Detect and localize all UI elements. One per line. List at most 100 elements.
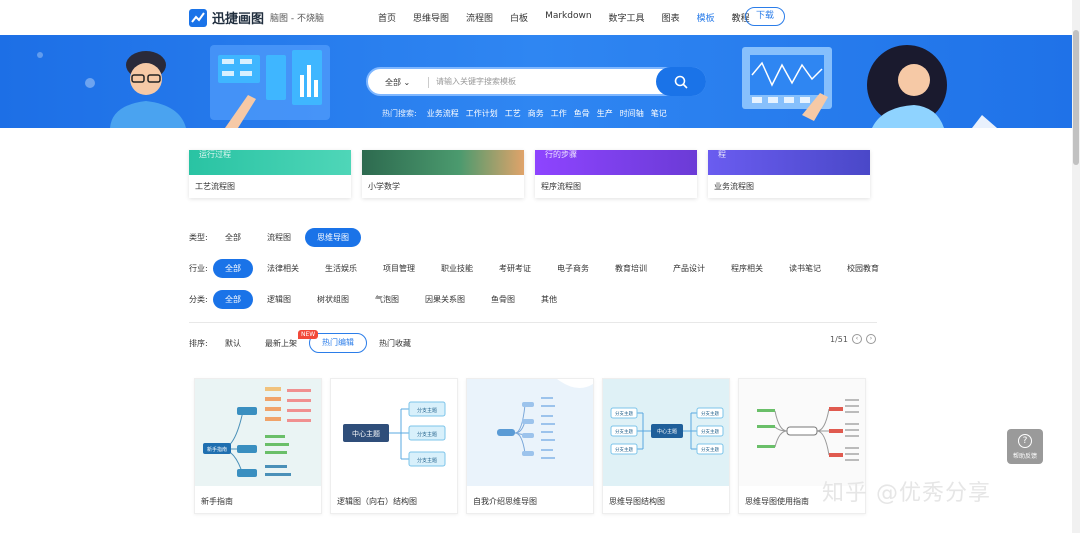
- nav-templates[interactable]: 模板: [697, 11, 715, 24]
- hero-banner: 全部 ⌄ 热门搜索: 业务流程 工作计划 工艺 商务 工作 鱼骨 生产 时间轴 …: [0, 35, 1072, 128]
- chevron-right-icon[interactable]: ›: [865, 334, 876, 344]
- mindmap-thumbnail: 新手指南: [195, 379, 321, 486]
- nav-home[interactable]: 首页: [378, 11, 396, 24]
- hot-term[interactable]: 鱼骨: [574, 108, 590, 119]
- hot-search: 热门搜索: 业务流程 工作计划 工艺 商务 工作 鱼骨 生产 时间轴 笔记: [382, 108, 674, 119]
- industry-option[interactable]: 全部: [213, 259, 253, 278]
- industry-option[interactable]: 教育培训: [603, 259, 659, 278]
- nav-digital-tools[interactable]: 数字工具: [609, 11, 645, 24]
- type-option-flowchart[interactable]: 流程图: [255, 228, 303, 247]
- section-divider: [189, 322, 877, 323]
- hot-term[interactable]: 工作计划: [466, 108, 498, 119]
- industry-option[interactable]: 校园教育: [835, 259, 891, 278]
- mindmap-card[interactable]: 新手指南 新手指南: [194, 378, 322, 514]
- hot-term[interactable]: 笔记: [651, 108, 667, 119]
- template-card[interactable]: 小学数学: [362, 150, 524, 198]
- svg-text:分支主题: 分支主题: [615, 446, 633, 453]
- hot-term[interactable]: 生产: [597, 108, 613, 119]
- chevron-down-icon: ⌄: [403, 78, 411, 87]
- type-option-all[interactable]: 全部: [213, 228, 253, 247]
- template-label: 业务流程图: [714, 182, 754, 191]
- category-filter-label: 分类:: [189, 295, 208, 304]
- industry-filter: 行业: 全部 法律相关 生活娱乐 项目管理 职业技能 考研考证 电子商务 教育培…: [189, 259, 893, 278]
- mindmap-card[interactable]: 自我介绍思维导图: [466, 378, 594, 514]
- pagination: 1/51 ‹ ›: [830, 334, 876, 344]
- nav-whiteboard[interactable]: 白板: [510, 11, 528, 24]
- mindmap-label: 逻辑图（向右）结构图: [337, 497, 417, 506]
- industry-option[interactable]: 电子商务: [545, 259, 601, 278]
- category-option[interactable]: 鱼骨图: [479, 290, 527, 309]
- scrollbar-thumb[interactable]: [1073, 30, 1079, 165]
- sort-option-newest[interactable]: 最新上架: [253, 338, 309, 349]
- category-option[interactable]: 树状组图: [305, 290, 361, 309]
- category-option[interactable]: 因果关系图: [413, 290, 477, 309]
- search-category-select[interactable]: 全部 ⌄: [385, 77, 410, 88]
- industry-option[interactable]: 读书笔记: [777, 259, 833, 278]
- nav-flowchart[interactable]: 流程图: [466, 11, 493, 24]
- nav-mindmap[interactable]: 思维导图: [413, 11, 449, 24]
- mindmap-card[interactable]: 中心主题 分支主题 分支主题 分支主题 逻辑图（向右）结构图: [330, 378, 458, 514]
- svg-text:分支主题: 分支主题: [701, 446, 719, 453]
- hot-term[interactable]: 工作: [551, 108, 567, 119]
- industry-filter-label: 行业:: [189, 264, 208, 273]
- brand-name: 迅捷画图: [212, 12, 265, 27]
- brand-logo[interactable]: 迅捷画图 脑图 - 不烧脑: [189, 8, 324, 27]
- industry-option[interactable]: 考研考证: [487, 259, 543, 278]
- template-card[interactable]: 程 业务流程图: [708, 150, 870, 198]
- category-option[interactable]: 逻辑图: [255, 290, 303, 309]
- new-badge: NEW: [298, 330, 319, 339]
- svg-text:分支主题: 分支主题: [701, 410, 719, 417]
- category-filter: 分类: 全部 逻辑图 树状组图 气泡图 因果关系图 鱼骨图 其他: [189, 290, 571, 309]
- help-label: 帮助反馈: [1012, 453, 1037, 460]
- svg-text:分支主题: 分支主题: [615, 410, 633, 417]
- category-option[interactable]: 气泡图: [363, 290, 411, 309]
- page-indicator: 1/51: [830, 334, 848, 344]
- search-bar: 全部 ⌄: [366, 67, 706, 96]
- sort-label: 排序:: [189, 338, 208, 348]
- industry-option[interactable]: 法律相关: [255, 259, 311, 278]
- template-card[interactable]: 行的步骤 程序流程图: [535, 150, 697, 198]
- category-option[interactable]: 其他: [529, 290, 569, 309]
- search-button[interactable]: [656, 67, 706, 96]
- sort-option-default[interactable]: 默认: [213, 338, 253, 349]
- type-filter: 类型: 全部 流程图 思维导图: [189, 228, 363, 247]
- template-thumbnail: 运行过程: [189, 150, 351, 175]
- template-card[interactable]: 运行过程 工艺流程图: [189, 150, 351, 198]
- mindmap-label: 思维导图结构图: [609, 497, 665, 506]
- main-nav: 首页 思维导图 流程图 白板 Markdown 数字工具 图表 模板 教程: [378, 11, 767, 24]
- mindmap-label: 新手指南: [201, 497, 233, 506]
- type-option-mindmap[interactable]: 思维导图: [305, 228, 361, 247]
- mindmap-center: 中心主题: [657, 428, 677, 435]
- svg-text:分支主题: 分支主题: [417, 407, 437, 414]
- download-button[interactable]: 下载: [745, 7, 785, 26]
- mindmap-thumbnail: 中心主题 分支主题 分支主题 分支主题 分支主题 分支主题 分支主题: [603, 379, 729, 486]
- industry-option[interactable]: 产品设计: [661, 259, 717, 278]
- mindmap-thumbnail: [467, 379, 593, 486]
- chevron-left-icon[interactable]: ‹: [851, 334, 862, 344]
- industry-option[interactable]: 项目管理: [371, 259, 427, 278]
- category-option[interactable]: 全部: [213, 290, 253, 309]
- template-thumbnail: [362, 150, 524, 175]
- hot-search-label: 热门搜索:: [382, 109, 417, 118]
- hot-term[interactable]: 工艺: [505, 108, 521, 119]
- search-divider: [428, 77, 429, 88]
- sort-option-hot-favorite[interactable]: 热门收藏: [367, 338, 423, 349]
- brand-subtitle: 脑图 - 不烧脑: [270, 14, 324, 24]
- page-scrollbar[interactable]: [1072, 0, 1080, 533]
- hot-term[interactable]: 时间轴: [620, 108, 644, 119]
- nav-markdown[interactable]: Markdown: [545, 11, 591, 24]
- hot-term[interactable]: 业务流程: [427, 108, 459, 119]
- hot-term[interactable]: 商务: [528, 108, 544, 119]
- mindmap-card[interactable]: 中心主题 分支主题 分支主题 分支主题 分支主题 分支主题 分支主题 思维导图结…: [602, 378, 730, 514]
- type-filter-label: 类型:: [189, 233, 208, 242]
- mindmap-center: 中心主题: [352, 429, 380, 438]
- industry-option[interactable]: 程序相关: [719, 259, 775, 278]
- help-feedback-button[interactable]: ? 帮助反馈: [1007, 429, 1043, 464]
- search-input[interactable]: [436, 72, 646, 91]
- nav-charts[interactable]: 图表: [662, 11, 680, 24]
- template-thumbnail: 程: [708, 150, 870, 175]
- industry-option[interactable]: 职业技能: [429, 259, 485, 278]
- industry-option[interactable]: 生活娱乐: [313, 259, 369, 278]
- template-thumbnail: 行的步骤: [535, 150, 697, 175]
- template-label: 小学数学: [368, 182, 400, 191]
